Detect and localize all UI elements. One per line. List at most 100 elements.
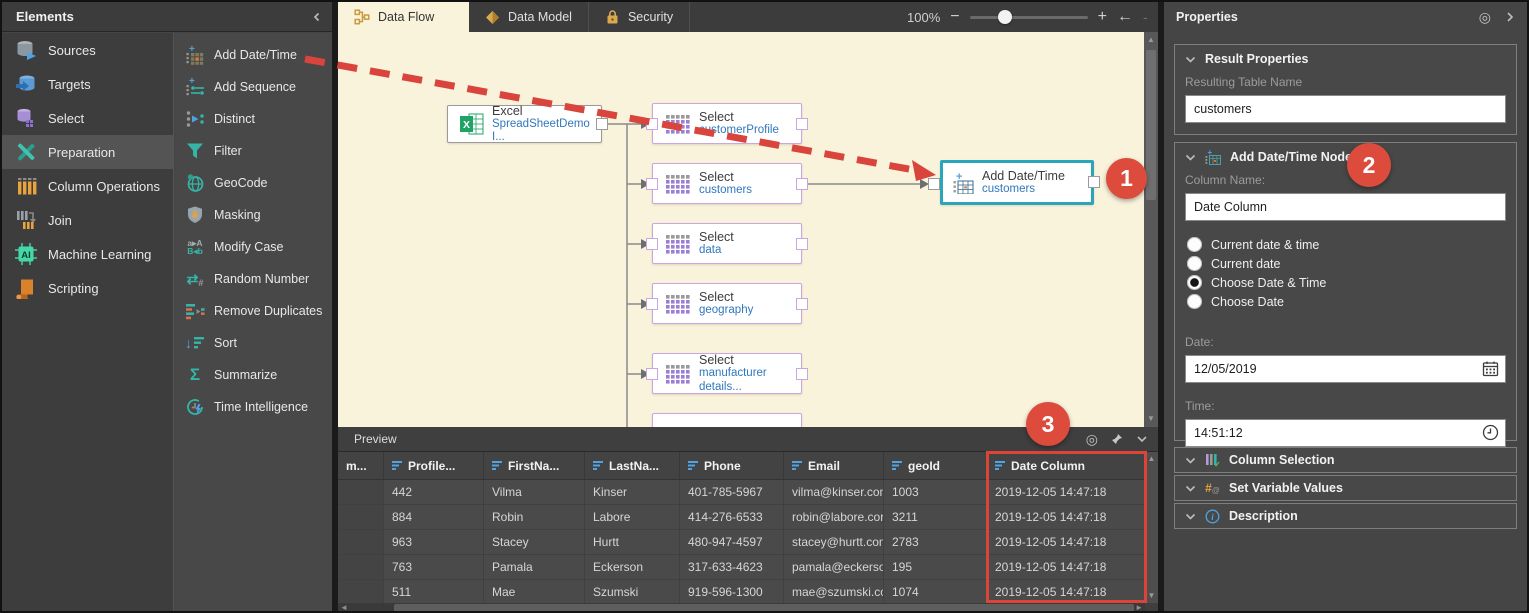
tool-item-geocode[interactable]: GeoCode — [175, 167, 332, 199]
port-output[interactable] — [796, 368, 808, 380]
column-header-date-column[interactable]: Date Column — [987, 452, 1145, 480]
node-excel-source[interactable]: X Excel SpreadSheetDemo I... — [447, 105, 602, 143]
port-adddt-output[interactable] — [1088, 176, 1100, 188]
port-input[interactable] — [646, 238, 658, 250]
dataflow-canvas[interactable]: X Excel SpreadSheetDemo I... Select cust… — [338, 32, 1158, 427]
section-header-add-datetime-node[interactable]: + Add Date/Time Node — [1175, 143, 1516, 171]
column-header[interactable]: geoId — [884, 452, 987, 480]
zoom-slider-thumb[interactable] — [998, 10, 1012, 24]
radio-current-date-time[interactable]: Current date & time — [1187, 237, 1516, 252]
radio-choose-date[interactable]: Choose Date — [1187, 294, 1516, 309]
column-header[interactable]: FirstNa... — [484, 452, 585, 480]
scroll-down-icon[interactable]: ▼ — [1145, 590, 1158, 602]
port-input[interactable] — [646, 118, 658, 130]
node-select-data[interactable]: Select data — [652, 223, 802, 264]
sidebar-item-preparation[interactable]: Preparation — [2, 135, 173, 169]
collapse-panel-icon[interactable] — [312, 12, 322, 22]
section-header-result-properties[interactable]: Result Properties — [1175, 45, 1516, 73]
column-header[interactable]: m... — [338, 452, 384, 480]
tool-item-remove-duplicates[interactable]: Remove Duplicates — [175, 295, 332, 327]
port-output[interactable] — [796, 298, 808, 310]
node-select-manufacturer-details[interactable]: Select manufacturer details... — [652, 353, 802, 394]
preview-watch-icon[interactable]: ◎ — [1086, 432, 1098, 446]
scroll-up-icon[interactable]: ▲ — [1145, 453, 1158, 465]
canvas-scrollbar-thumb[interactable] — [1146, 50, 1156, 200]
collapse-properties-icon[interactable] — [1505, 11, 1515, 23]
hscroll-thumb[interactable] — [394, 604, 1134, 612]
tool-item-summarize[interactable]: Σ Summarize — [175, 359, 332, 391]
scroll-right-icon[interactable]: ► — [1135, 603, 1143, 613]
back-arrow-button[interactable]: ← — [1117, 8, 1133, 26]
pin-icon[interactable] — [1111, 433, 1123, 445]
tool-item-random-number[interactable]: ⇄# Random Number — [175, 263, 332, 295]
calendar-icon[interactable] — [1482, 360, 1499, 377]
port-input[interactable] — [646, 368, 658, 380]
sidebar-item-sources[interactable]: Sources — [2, 33, 173, 67]
radio-circle-selected[interactable] — [1187, 275, 1202, 290]
zoom-slider[interactable] — [970, 16, 1088, 19]
radio-current-date[interactable]: Current date — [1187, 256, 1516, 271]
sidebar-item-join[interactable]: Join — [2, 203, 173, 237]
column-header[interactable]: Email — [784, 452, 884, 480]
preview-vertical-scrollbar[interactable]: ▲ ▼ — [1145, 452, 1158, 603]
node-select-geography[interactable]: Select geography — [652, 283, 802, 324]
port-output[interactable] — [796, 118, 808, 130]
node-select-clipped[interactable] — [652, 413, 802, 427]
scroll-left-icon[interactable]: ◄ — [340, 603, 348, 613]
column-header[interactable]: Phone — [680, 452, 784, 480]
properties-watch-icon[interactable]: ◎ — [1479, 10, 1491, 24]
zoom-out-button[interactable]: − — [950, 9, 959, 25]
tool-item-sort[interactable]: ↓ Sort — [175, 327, 332, 359]
tool-item-distinct[interactable]: Distinct — [175, 103, 332, 135]
zoom-level: 100% — [907, 10, 940, 25]
port-output[interactable] — [796, 238, 808, 250]
port-input[interactable] — [646, 178, 658, 190]
port-adddt-input[interactable] — [928, 178, 940, 190]
sidebar-item-targets[interactable]: Targets — [2, 67, 173, 101]
resulting-table-name-input[interactable]: customers — [1185, 95, 1506, 123]
time-input[interactable]: 14:51:12 — [1185, 419, 1506, 447]
column-header[interactable]: LastNa... — [585, 452, 680, 480]
radio-circle[interactable] — [1187, 237, 1202, 252]
tool-item-add-datetime[interactable]: + Add Date/Time — [175, 39, 332, 71]
tool-item-add-sequence[interactable]: + Add Sequence — [175, 71, 332, 103]
radio-choose-date-time[interactable]: Choose Date & Time — [1187, 275, 1516, 290]
port-input[interactable] — [646, 298, 658, 310]
node-add-datetime[interactable]: + Add Date/Time customers — [940, 160, 1094, 205]
element-categories-list: Sources Targets Select Preparation Colum… — [2, 33, 174, 613]
radio-circle[interactable] — [1187, 256, 1202, 271]
tool-item-modify-case[interactable]: a▸AB◂b Modify Case — [175, 231, 332, 263]
section-description[interactable]: i Description — [1174, 503, 1517, 529]
canvas-vertical-scrollbar[interactable]: ▲ ▼ — [1144, 32, 1158, 427]
tab-data-flow[interactable]: Data Flow — [338, 2, 469, 32]
port-excel-output[interactable] — [596, 118, 608, 130]
filter-icon — [995, 461, 1006, 471]
column-operations-icon — [15, 175, 37, 197]
sidebar-item-scripting[interactable]: Scripting — [2, 271, 173, 305]
clock-icon[interactable] — [1482, 424, 1499, 441]
preview-horizontal-scrollbar[interactable]: ◄ ► — [338, 603, 1145, 613]
sidebar-item-select[interactable]: Select — [2, 101, 173, 135]
node-select-customerprofile[interactable]: Select customerProfile — [652, 103, 802, 144]
tool-item-time-intelligence[interactable]: Time Intelligence — [175, 391, 332, 423]
zoom-in-button[interactable]: + — [1098, 9, 1107, 25]
tab-data-model[interactable]: Data Model — [469, 2, 589, 32]
port-output[interactable] — [796, 178, 808, 190]
column-name-input[interactable]: Date Column — [1185, 193, 1506, 221]
node-select-customers[interactable]: Select customers — [652, 163, 802, 204]
cell: 401-785-5967 — [680, 480, 784, 505]
tool-item-filter[interactable]: Filter — [175, 135, 332, 167]
tab-security[interactable]: Security — [589, 2, 690, 32]
collapse-preview-icon[interactable] — [1136, 434, 1148, 444]
tool-item-masking[interactable]: Masking — [175, 199, 332, 231]
radio-circle[interactable] — [1187, 294, 1202, 309]
section-column-selection[interactable]: ✓ Column Selection — [1174, 447, 1517, 473]
sidebar-item-column-operations[interactable]: Column Operations — [2, 169, 173, 203]
tab-label: Data Flow — [378, 10, 434, 24]
scroll-up-icon[interactable]: ▲ — [1144, 34, 1158, 46]
date-input[interactable]: 12/05/2019 — [1185, 355, 1506, 383]
sidebar-item-machine-learning[interactable]: AI Machine Learning — [2, 237, 173, 271]
section-set-variable-values[interactable]: #@ Set Variable Values — [1174, 475, 1517, 501]
column-header[interactable]: Profile... — [384, 452, 484, 480]
scroll-down-icon[interactable]: ▼ — [1144, 413, 1158, 425]
